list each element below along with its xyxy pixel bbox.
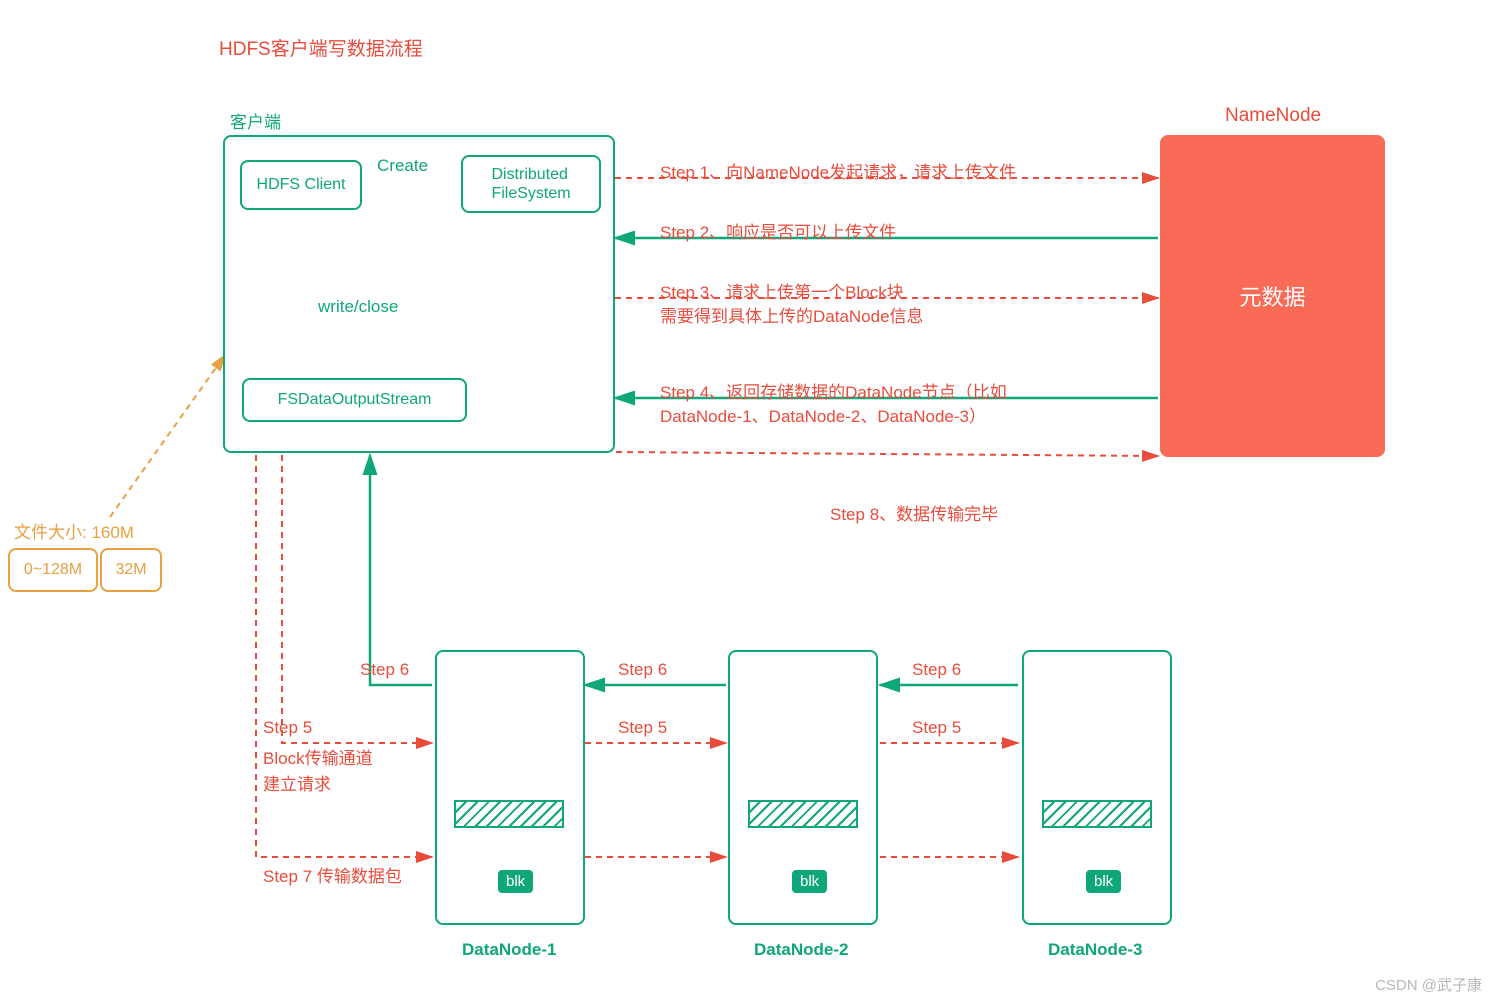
datanode-2-label: DataNode-2 bbox=[754, 940, 848, 960]
step5-c: 建立请求 bbox=[263, 770, 331, 795]
datanode-3-label: DataNode-3 bbox=[1048, 940, 1142, 960]
blk-3: blk bbox=[1086, 870, 1121, 893]
step4-line1: Step 4、返回存储数据的DataNode节点（比如 bbox=[660, 378, 1007, 403]
create-label: Create bbox=[377, 156, 428, 176]
fs-stream-box: FSDataOutputStream bbox=[242, 378, 467, 422]
step8-label: Step 8、数据传输完毕 bbox=[830, 500, 998, 525]
step6-12: Step 6 bbox=[618, 660, 667, 680]
step4-line2: DataNode-1、DataNode-2、DataNode-3） bbox=[660, 402, 986, 427]
page-title: HDFS客户端写数据流程 bbox=[219, 34, 423, 61]
namenode-title: NameNode bbox=[1225, 105, 1321, 127]
hatched-3 bbox=[1042, 800, 1152, 828]
blk-2: blk bbox=[792, 870, 827, 893]
step3-line2: 需要得到具体上传的DataNode信息 bbox=[660, 302, 924, 327]
distributed-fs-box: Distributed FileSystem bbox=[461, 155, 601, 213]
namenode-box: 元数据 bbox=[1160, 135, 1385, 457]
file-block-2: 32M bbox=[100, 548, 162, 592]
step5-12: Step 5 bbox=[618, 718, 667, 738]
datanode-1-label: DataNode-1 bbox=[462, 940, 556, 960]
step6-23: Step 6 bbox=[912, 660, 961, 680]
step3-line1: Step 3、请求上传第一个Block块 bbox=[660, 278, 904, 303]
step5-b: Block传输通道 bbox=[263, 744, 373, 769]
namenode-content: 元数据 bbox=[1239, 280, 1305, 312]
step5-a: Step 5 bbox=[263, 718, 312, 738]
hatched-2 bbox=[748, 800, 858, 828]
distributed-fs-label: Distributed FileSystem bbox=[491, 165, 570, 203]
step1-label: Step 1、向NameNode发起请求，请求上传文件 bbox=[660, 158, 1016, 183]
file-block-2-label: 32M bbox=[115, 561, 146, 579]
step5-23: Step 5 bbox=[912, 718, 961, 738]
step2-label: Step 2、响应是否可以上传文件 bbox=[660, 218, 896, 243]
fs-stream-label: FSDataOutputStream bbox=[278, 391, 432, 409]
hatched-1 bbox=[454, 800, 564, 828]
blk-1: blk bbox=[498, 870, 533, 893]
file-block-1-label: 0~128M bbox=[24, 561, 82, 579]
hdfs-client-box: HDFS Client bbox=[240, 160, 362, 210]
step6-top: Step 6 bbox=[360, 660, 409, 680]
file-block-1: 0~128M bbox=[8, 548, 98, 592]
client-section-label: 客户端 bbox=[230, 108, 281, 133]
watermark: CSDN @武子康 bbox=[1375, 974, 1482, 995]
write-close-label: write/close bbox=[318, 297, 398, 317]
file-size-label: 文件大小: 160M bbox=[14, 518, 134, 543]
hdfs-client-label: HDFS Client bbox=[257, 176, 346, 194]
step7-label: Step 7 传输数据包 bbox=[263, 862, 402, 887]
